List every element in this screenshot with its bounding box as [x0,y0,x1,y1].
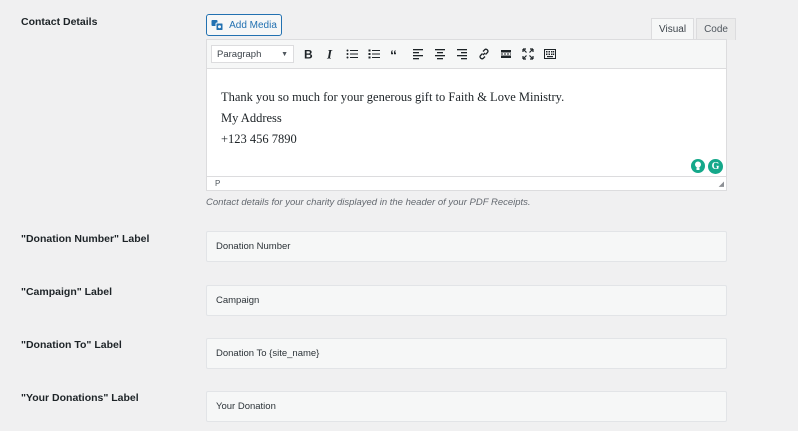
read-more-icon [501,50,511,58]
donation-number-label: "Donation Number" Label [21,233,150,245]
fullscreen-icon [522,48,534,60]
fullscreen-button[interactable] [518,44,538,64]
bold-icon: B [304,48,313,60]
lightbulb-icon[interactable] [691,159,705,173]
tab-code[interactable]: Code [696,18,736,40]
numbered-list-button[interactable] [364,44,384,64]
grammarly-widget: G [691,159,723,174]
donation-to-input[interactable]: Donation To {site_name} [206,338,727,369]
align-right-button[interactable] [452,44,472,64]
editor-tabs: Visual Code [649,18,736,40]
donation-number-input[interactable]: Donation Number [206,231,727,262]
add-media-button[interactable]: Add Media [206,14,282,36]
contact-details-description: Contact details for your charity display… [206,197,531,208]
content-line: +123 456 7890 [221,132,297,146]
italic-button[interactable]: I [320,44,340,64]
svg-text:I: I [326,48,333,60]
editor-content[interactable]: Thank you so much for your generous gift… [207,69,726,176]
read-more-button[interactable] [496,44,516,64]
blockquote-button[interactable]: “ [386,44,406,64]
media-icon [211,19,224,31]
format-select[interactable]: Paragraph ▼ [211,45,294,63]
align-right-icon [457,49,467,60]
svg-text:“: “ [390,48,397,60]
format-select-value: Paragraph [217,48,262,60]
add-media-label: Add Media [229,19,277,31]
bold-button[interactable]: B [298,44,318,64]
chevron-down-icon: ▼ [281,50,288,58]
campaign-input[interactable]: Campaign [206,285,727,316]
align-center-icon [435,49,445,60]
align-left-icon [413,49,423,60]
svg-text:B: B [304,48,313,60]
bullet-list-icon [346,49,358,59]
editor-statusbar: P ◢ [207,176,726,189]
link-icon [479,48,489,60]
bullet-list-button[interactable] [342,44,362,64]
rich-text-editor: Paragraph ▼ B I “ Thank you so much for … [206,39,727,191]
resize-handle-icon[interactable]: ◢ [719,180,724,188]
blockquote-icon: “ [390,48,397,60]
align-center-button[interactable] [430,44,450,64]
donation-to-label: "Donation To" Label [21,339,122,351]
grammarly-icon[interactable]: G [708,159,723,174]
align-left-button[interactable] [408,44,428,64]
link-button[interactable] [474,44,494,64]
path-indicator: P [215,178,221,188]
keyboard-icon [544,49,556,59]
your-donations-label: "Your Donations" Label [21,392,139,404]
editor-toolbar: Paragraph ▼ B I “ [207,40,726,69]
your-donations-input[interactable]: Your Donation [206,391,727,422]
content-line: Thank you so much for your generous gift… [221,90,565,104]
tab-visual[interactable]: Visual [651,18,695,40]
italic-icon: I [326,48,333,60]
numbered-list-icon [368,49,380,59]
toolbar-toggle-button[interactable] [540,44,560,64]
campaign-label: "Campaign" Label [21,286,113,298]
contact-details-label: Contact Details [21,16,98,28]
content-line: My Address [221,111,282,125]
